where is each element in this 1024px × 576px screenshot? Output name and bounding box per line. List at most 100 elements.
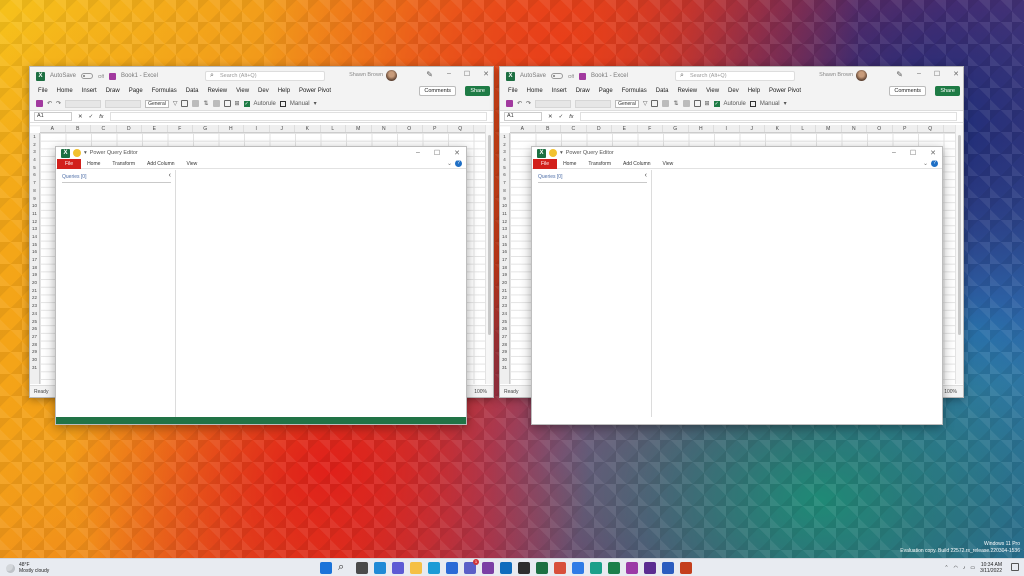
todo-icon[interactable] — [572, 562, 584, 574]
column-header[interactable]: F — [638, 125, 663, 132]
row-header[interactable]: 19 — [500, 271, 509, 279]
manual-checkbox[interactable] — [749, 100, 756, 107]
customize-icon[interactable]: ▾ — [784, 100, 787, 107]
column-header[interactable]: P — [893, 125, 918, 132]
share-button[interactable]: Share — [935, 86, 960, 96]
number-format-select[interactable]: General — [615, 99, 639, 108]
menu-page[interactable]: Page — [129, 88, 143, 94]
row-header[interactable]: 9 — [30, 195, 39, 203]
comments-button[interactable]: Comments — [889, 86, 926, 96]
wifi-icon[interactable]: ◠ — [954, 565, 958, 571]
maximize-icon[interactable]: ☐ — [934, 70, 940, 78]
filter-icon[interactable]: ▽ — [173, 100, 178, 107]
sort-icon[interactable]: ⇅ — [673, 100, 678, 107]
file-explorer-icon[interactable] — [410, 562, 422, 574]
row-header[interactable]: 3 — [30, 148, 39, 156]
column-header[interactable]: J — [740, 125, 765, 132]
row-header[interactable]: 21 — [500, 287, 509, 295]
cancel-icon[interactable]: ✕ — [78, 114, 83, 120]
edge-beta-icon[interactable] — [590, 562, 602, 574]
column-header[interactable]: C — [561, 125, 587, 132]
column-header[interactable]: L — [791, 125, 816, 132]
row-header[interactable]: 1 — [30, 133, 39, 141]
menu-formulas[interactable]: Formulas — [622, 88, 647, 94]
row-header[interactable]: 17 — [30, 256, 39, 264]
row-header[interactable]: 6 — [500, 171, 509, 179]
formula-input[interactable] — [579, 112, 957, 121]
tab-transform[interactable]: Transform — [106, 159, 141, 169]
grid-icon[interactable] — [223, 100, 231, 107]
column-header[interactable]: I — [714, 125, 740, 132]
column-header[interactable]: M — [816, 125, 842, 132]
word-icon[interactable] — [662, 562, 674, 574]
tab-home[interactable]: Home — [557, 159, 582, 169]
grid-icon[interactable] — [693, 100, 701, 107]
font-name-field[interactable] — [535, 99, 572, 108]
dropdown-icon[interactable]: ▾ — [560, 150, 563, 156]
row-header[interactable]: 26 — [30, 325, 39, 333]
row-header[interactable]: 31 — [500, 364, 509, 372]
row-header[interactable]: 19 — [30, 271, 39, 279]
row-header[interactable]: 23 — [30, 302, 39, 310]
row-header[interactable]: 2 — [500, 141, 509, 149]
feedback-smile-icon[interactable] — [549, 149, 557, 157]
row-header[interactable]: 16 — [500, 248, 509, 256]
column-header[interactable]: I — [244, 125, 270, 132]
close-icon[interactable]: ✕ — [483, 70, 489, 78]
dropdown-icon[interactable]: ▾ — [84, 150, 87, 156]
fill-icon[interactable] — [662, 100, 670, 107]
teams-icon[interactable] — [464, 559, 479, 574]
name-box[interactable]: A1 — [34, 112, 72, 121]
share-button[interactable]: Share — [465, 86, 490, 96]
font-name-field[interactable] — [65, 99, 102, 108]
row-header[interactable]: 18 — [500, 264, 509, 272]
close-icon[interactable]: ✕ — [454, 149, 460, 157]
help-icon[interactable]: ? — [931, 160, 938, 167]
row-header[interactable]: 5 — [30, 164, 39, 172]
onenote-icon[interactable] — [482, 562, 494, 574]
row-header[interactable]: 21 — [30, 287, 39, 295]
row-header[interactable]: 8 — [500, 187, 509, 195]
terminal-icon[interactable] — [518, 562, 530, 574]
font-size-field[interactable] — [105, 99, 142, 108]
row-header[interactable]: 28 — [30, 341, 39, 349]
row-header[interactable]: 10 — [30, 202, 39, 210]
row-header[interactable]: 5 — [500, 164, 509, 172]
comments-button[interactable]: Comments — [419, 86, 456, 96]
volume-icon[interactable]: ♪ — [963, 565, 966, 571]
column-header[interactable]: O — [397, 125, 423, 132]
close-icon[interactable]: ✕ — [953, 70, 959, 78]
fill-icon[interactable] — [192, 100, 200, 107]
row-header[interactable]: 16 — [30, 248, 39, 256]
menu-review[interactable]: Review — [207, 88, 227, 94]
vs-icon[interactable] — [644, 562, 656, 574]
border-icon[interactable] — [181, 100, 189, 107]
minimize-icon[interactable]: – — [917, 70, 921, 78]
row-header[interactable]: 7 — [500, 179, 509, 187]
row-header[interactable]: 8 — [30, 187, 39, 195]
row-header[interactable]: 13 — [500, 225, 509, 233]
autosave-toggle[interactable] — [551, 73, 564, 79]
pen-icon[interactable]: ✎ — [426, 70, 433, 79]
row-header[interactable]: 26 — [500, 325, 509, 333]
column-header[interactable]: F — [168, 125, 193, 132]
save-icon[interactable] — [108, 72, 116, 80]
row-header[interactable]: 25 — [500, 318, 509, 326]
row-header[interactable]: 24 — [500, 310, 509, 318]
menu-help[interactable]: Help — [748, 88, 760, 94]
row-header[interactable]: 29 — [30, 348, 39, 356]
chevron-down-icon[interactable]: ⌄ — [923, 160, 928, 167]
maximize-icon[interactable]: ☐ — [910, 149, 916, 157]
task-view-icon[interactable] — [356, 562, 368, 574]
maximize-icon[interactable]: ☐ — [434, 149, 440, 157]
edge-icon[interactable] — [428, 562, 440, 574]
table-icon[interactable] — [212, 100, 220, 107]
column-header[interactable]: K — [295, 125, 321, 132]
row-header[interactable]: 6 — [30, 171, 39, 179]
chat-icon[interactable] — [392, 562, 404, 574]
save-icon[interactable] — [578, 72, 586, 80]
clock[interactable]: 10:34 AM 3/11/2022 — [980, 562, 1002, 574]
row-header[interactable]: 23 — [500, 302, 509, 310]
zoom-level[interactable]: 100% — [944, 386, 957, 397]
column-header[interactable]: O — [867, 125, 893, 132]
